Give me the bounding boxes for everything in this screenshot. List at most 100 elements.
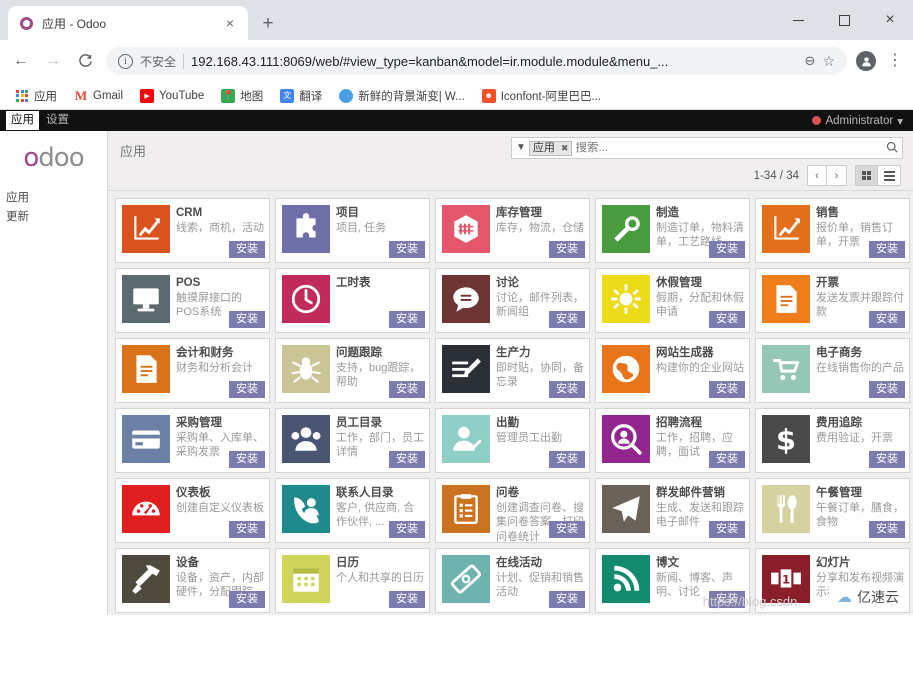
install-button[interactable]: 安装 <box>229 450 265 468</box>
app-card[interactable]: 问题跟踪 支持，bug跟踪，帮助 安装 <box>275 338 430 403</box>
app-card[interactable]: 电子商务 在线销售你的产品 安装 <box>755 338 910 403</box>
bookmark-item[interactable]: M Gmail <box>67 86 130 106</box>
profile-icon[interactable] <box>851 46 881 76</box>
app-card[interactable]: CRM 线索，商机，活动 安装 <box>115 198 270 263</box>
app-card[interactable]: 设备 设备，资产，内部硬件，分配跟踪 安装 <box>115 548 270 613</box>
menu-item-settings[interactable]: 设置 <box>41 111 74 130</box>
search-facet[interactable]: 应用 ✖ <box>528 140 573 156</box>
install-button[interactable]: 安装 <box>549 590 585 608</box>
kanban-view-icon[interactable] <box>855 165 878 186</box>
app-card[interactable]: 仪表板 创建自定义仪表板 安装 <box>115 478 270 543</box>
forward-icon[interactable]: → <box>38 46 68 76</box>
search-input[interactable] <box>575 142 883 154</box>
bookmark-item[interactable]: 📍 地图 <box>214 85 270 107</box>
bookmark-star-icon[interactable]: ☆ <box>822 53 835 70</box>
install-button[interactable]: 安装 <box>869 520 905 538</box>
install-button[interactable]: 安装 <box>549 520 585 538</box>
install-button[interactable]: 安装 <box>229 380 265 398</box>
address-bar[interactable]: i 不安全 192.168.43.111:8069/web/#view_type… <box>106 47 847 75</box>
rss-icon <box>602 555 650 603</box>
install-button[interactable]: 安装 <box>389 590 425 608</box>
bookmark-item[interactable]: 文 翻译 <box>273 85 329 107</box>
install-button[interactable]: 安装 <box>869 450 905 468</box>
app-card[interactable]: 库存管理 库存，物流，仓储 安装 <box>435 198 590 263</box>
info-icon[interactable]: i <box>118 53 133 69</box>
install-button[interactable]: 安装 <box>389 450 425 468</box>
odoo-ring-icon <box>18 15 34 31</box>
app-card[interactable]: 员工目录 工作，部门，员工详情 安装 <box>275 408 430 473</box>
user-menu[interactable]: Administrator ▾ <box>812 114 907 128</box>
reload-icon[interactable] <box>70 46 100 76</box>
close-icon[interactable]: × <box>222 15 238 31</box>
install-button[interactable]: 安装 <box>389 310 425 328</box>
app-card[interactable]: 销售 报价单，销售订单，开票 安装 <box>755 198 910 263</box>
magnifier-icon[interactable] <box>886 141 898 156</box>
app-card[interactable]: POS 触摸屏接口的POS系统 安装 <box>115 268 270 333</box>
app-card[interactable]: 午餐管理 午餐订单，膳食，食物 安装 <box>755 478 910 543</box>
install-button[interactable]: 安装 <box>389 380 425 398</box>
install-button[interactable]: 安装 <box>549 310 585 328</box>
install-button[interactable]: 安装 <box>869 240 905 258</box>
app-card[interactable]: 开票 发送发票并跟踪付款 安装 <box>755 268 910 333</box>
install-button[interactable]: 安装 <box>709 310 745 328</box>
app-card[interactable]: 项目 项目, 任务 安装 <box>275 198 430 263</box>
sidebar-item-apps[interactable]: 应用 <box>6 189 107 208</box>
install-button[interactable]: 安装 <box>869 310 905 328</box>
gauge-icon <box>122 485 170 533</box>
install-button[interactable]: 安装 <box>389 240 425 258</box>
install-button[interactable]: 安装 <box>229 520 265 538</box>
browser-tab[interactable]: 应用 - Odoo × <box>8 6 248 40</box>
app-card[interactable]: 招聘流程 工作，招聘，应聘，面试 安装 <box>595 408 750 473</box>
status-dot-icon <box>812 116 822 125</box>
back-icon[interactable]: ← <box>6 46 36 76</box>
app-card[interactable]: 休假管理 假期，分配和休假申请 安装 <box>595 268 750 333</box>
app-title: 制造 <box>656 207 679 219</box>
app-card[interactable]: $ 费用追踪 费用验证，开票 安装 <box>755 408 910 473</box>
close-window-button[interactable]: × <box>867 4 913 36</box>
app-card[interactable]: 会计和财务 财务和分析会计 安装 <box>115 338 270 403</box>
install-button[interactable]: 安装 <box>709 590 745 608</box>
install-button[interactable]: 安装 <box>229 310 265 328</box>
install-button[interactable]: 安装 <box>709 240 745 258</box>
install-button[interactable]: 安装 <box>709 380 745 398</box>
app-card[interactable]: 群发邮件营销 生成、发送和跟踪电子邮件 安装 <box>595 478 750 543</box>
install-button[interactable]: 安装 <box>229 590 265 608</box>
menu-item-apps[interactable]: 应用 <box>6 111 39 130</box>
list-view-icon[interactable] <box>878 165 901 186</box>
search-box[interactable]: ▼ 应用 ✖ <box>511 137 903 159</box>
bookmark-item[interactable]: ☻ Iconfont-阿里巴巴... <box>475 85 608 107</box>
app-card[interactable]: 采购管理 采购单、入库单、采购发票 安装 <box>115 408 270 473</box>
maximize-button[interactable] <box>821 4 867 36</box>
bookmark-item[interactable]: 应用 <box>8 85 64 107</box>
bookmark-item[interactable]: ▶ YouTube <box>133 86 211 106</box>
install-button[interactable]: 安装 <box>229 240 265 258</box>
app-card[interactable]: 网站生成器 构建你的企业网站 安装 <box>595 338 750 403</box>
install-button[interactable]: 安装 <box>389 520 425 538</box>
app-card[interactable]: 博文 新闻、博客、声明、讨论 安装 <box>595 548 750 613</box>
app-card[interactable]: 联系人目录 客户, 供应商, 合作伙伴, ... 安装 <box>275 478 430 543</box>
new-tab-button[interactable]: + <box>254 9 282 37</box>
app-card[interactable]: 讨论 讨论，邮件列表，新闻组 安装 <box>435 268 590 333</box>
minimize-button[interactable] <box>775 4 821 36</box>
app-card[interactable]: 日历 个人和共享的日历 安装 <box>275 548 430 613</box>
app-card[interactable]: 工时表 安装 <box>275 268 430 333</box>
pager-previous-button[interactable]: ‹ <box>807 165 827 186</box>
browser-menu-icon[interactable]: ⋮ <box>883 53 907 69</box>
app-card[interactable]: 出勤 管理员工出勤 安装 <box>435 408 590 473</box>
install-button[interactable]: 安装 <box>709 450 745 468</box>
install-button[interactable]: 安装 <box>709 520 745 538</box>
puzzle-icon <box>282 205 330 253</box>
app-card[interactable]: 在线活动 计划、促销和销售活动 安装 <box>435 548 590 613</box>
zoom-out-icon[interactable]: ⊖ <box>805 53 816 69</box>
install-button[interactable]: 安装 <box>869 380 905 398</box>
install-button[interactable]: 安装 <box>549 450 585 468</box>
app-card[interactable]: 制造 制造订单，物料清单，工艺路线 安装 <box>595 198 750 263</box>
install-button[interactable]: 安装 <box>549 380 585 398</box>
app-card[interactable]: 生产力 即时贴，协同，备忘录 安装 <box>435 338 590 403</box>
app-card[interactable]: 问卷 创建调查问卷、搜集问卷答案、打印问卷统计 安装 <box>435 478 590 543</box>
install-button[interactable]: 安装 <box>549 240 585 258</box>
facet-remove-icon[interactable]: ✖ <box>558 142 572 155</box>
pager-next-button[interactable]: › <box>827 165 847 186</box>
bookmark-item[interactable]: 新鲜的背景渐变| W... <box>332 85 472 107</box>
sidebar-item-updates[interactable]: 更新 <box>6 208 107 227</box>
